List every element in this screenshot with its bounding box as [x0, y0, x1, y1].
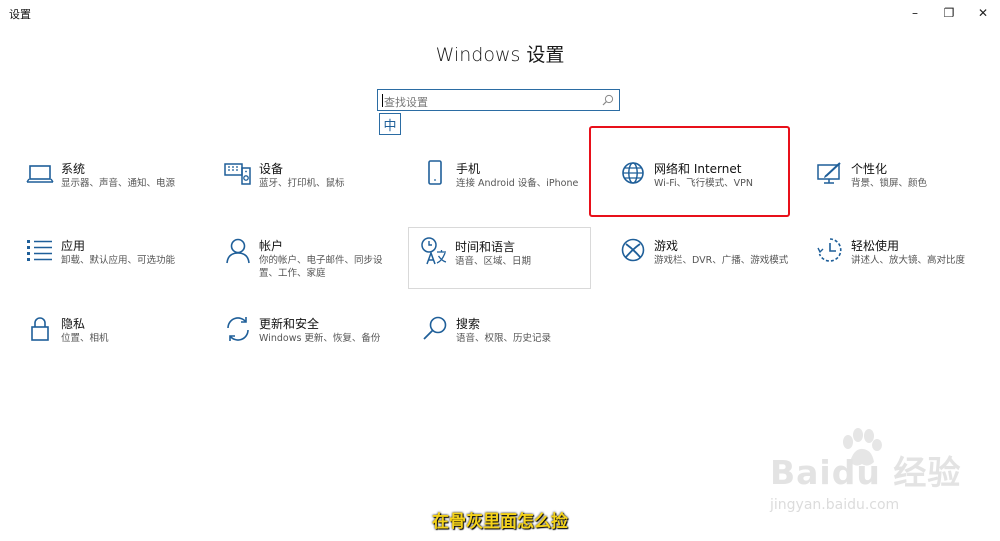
tile-label: 应用: [61, 239, 86, 253]
search-placeholder: 查找设置: [384, 96, 428, 109]
tile-personalization[interactable]: 个性化 背景、锁屏、颜色: [808, 156, 988, 218]
magnifier-icon[interactable]: [601, 93, 615, 107]
tile-devices[interactable]: 设备 蓝牙、打印机、鼠标: [216, 156, 396, 218]
tile-label: 搜索: [456, 317, 481, 331]
tile-phone[interactable]: 手机 连接 Android 设备、iPhone: [413, 156, 593, 218]
tile-description: 蓝牙、打印机、鼠标: [259, 178, 345, 189]
tile-description: 位置、相机: [61, 333, 109, 344]
close-button[interactable]: ✕: [966, 0, 1000, 26]
tile-label: 个性化: [851, 162, 888, 176]
window-title: 设置: [9, 8, 31, 21]
laptop-icon: [26, 165, 54, 183]
keyboard-speaker-icon: [224, 163, 251, 185]
title-bar: 设置 – ❐ ✕: [0, 0, 1000, 26]
restore-button[interactable]: ❐: [932, 0, 966, 26]
tile-apps[interactable]: 应用 卸载、默认应用、可选功能: [18, 233, 198, 295]
tile-description: 你的帐户、电子邮件、同步设置、工作、家庭: [259, 255, 383, 279]
tile-label: 时间和语言: [455, 240, 516, 254]
ease-of-access-icon: [817, 238, 842, 262]
tile-description: 卸载、默认应用、可选功能: [61, 255, 176, 266]
tile-description: 讲述人、放大镜、高对比度: [851, 255, 966, 266]
watermark-logo: Baidu 经验: [770, 453, 962, 492]
search-input[interactable]: 查找设置: [377, 89, 620, 111]
ime-indicator[interactable]: 中: [379, 113, 401, 135]
subtitle-caption: 在骨灰里面怎么捡: [432, 512, 568, 532]
tile-search[interactable]: 搜索 语音、权限、历史记录: [413, 311, 593, 373]
tile-gaming[interactable]: 游戏 游戏栏、DVR、广播、游戏模式: [611, 233, 791, 295]
page-title: Windows 设置: [435, 44, 565, 66]
xbox-icon: [621, 238, 645, 262]
person-icon: [226, 238, 250, 264]
tile-label: 游戏: [654, 239, 679, 253]
lock-icon: [31, 317, 49, 341]
tile-time-language[interactable]: 时间和语言 语音、区域、日期: [408, 227, 591, 289]
tile-label: 轻松使用: [851, 239, 900, 253]
tile-system[interactable]: 系统 显示器、声音、通知、电源: [18, 156, 198, 218]
text-caret: [382, 94, 383, 107]
tile-update-security[interactable]: 更新和安全 Windows 更新、恢复、备份: [216, 311, 396, 373]
minimize-button[interactable]: –: [898, 0, 932, 26]
tile-description: 语音、权限、历史记录: [456, 333, 552, 344]
apps-list-icon: [27, 240, 52, 261]
tile-description: 游戏栏、DVR、广播、游戏模式: [654, 255, 789, 266]
paint-monitor-icon: [817, 162, 841, 184]
tile-description: 背景、锁屏、颜色: [851, 178, 928, 189]
tile-description: Windows 更新、恢复、备份: [259, 333, 381, 344]
time-language-icon: [421, 237, 447, 265]
tile-description: 连接 Android 设备、iPhone: [456, 178, 579, 189]
tile-description: 显示器、声音、通知、电源: [61, 178, 176, 189]
tile-privacy[interactable]: 隐私 位置、相机: [18, 311, 198, 373]
tile-accounts[interactable]: 帐户 你的帐户、电子邮件、同步设置、工作、家庭: [216, 233, 396, 295]
tile-label: 系统: [61, 162, 86, 176]
search-icon: [423, 316, 447, 340]
tile-label: 隐私: [61, 317, 86, 331]
sync-icon: [227, 317, 249, 341]
tile-label: 更新和安全: [259, 317, 320, 331]
tile-label: 设备: [259, 162, 284, 176]
phone-icon: [428, 160, 442, 185]
tile-label: 帐户: [259, 239, 284, 253]
tile-label: 手机: [456, 162, 481, 176]
tile-ease-of-access[interactable]: 轻松使用 讲述人、放大镜、高对比度: [808, 233, 988, 295]
annotation-highlight-box: [589, 126, 790, 217]
tile-description: 语音、区域、日期: [455, 256, 532, 267]
